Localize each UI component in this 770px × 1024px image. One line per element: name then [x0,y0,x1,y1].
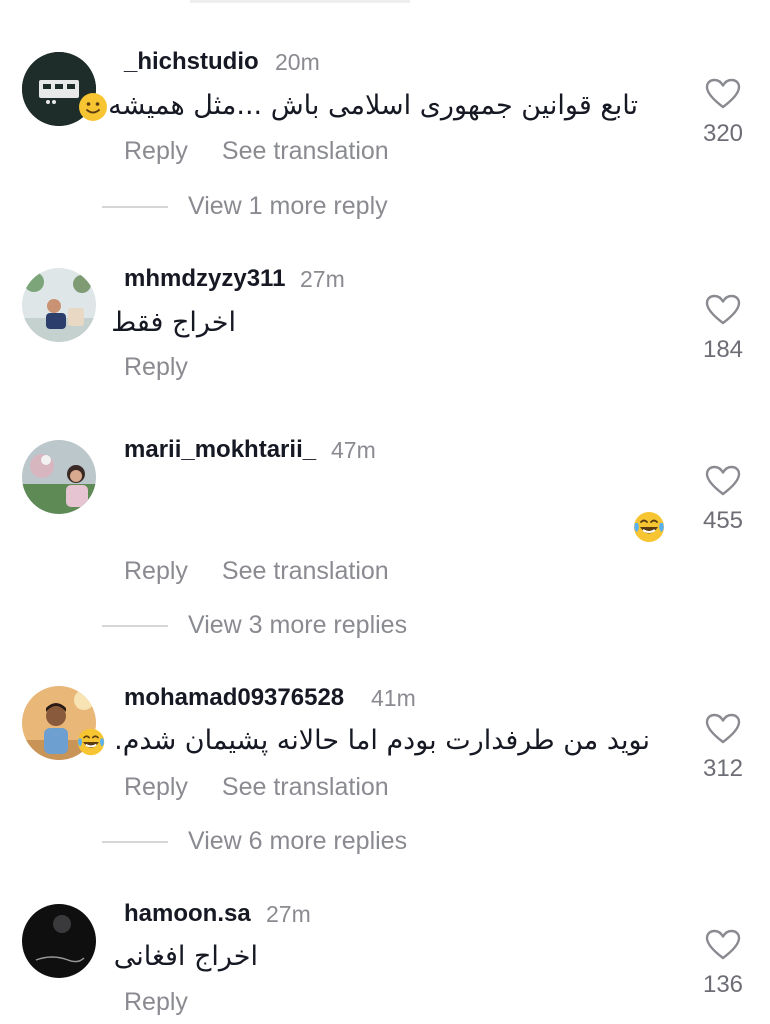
like-button[interactable]: 312 [700,713,746,783]
avatar[interactable] [22,268,96,342]
comment-actions: Reply [124,988,188,1017]
divider-line [102,840,168,843]
divider-line [102,624,168,627]
view-more-replies-label[interactable]: View 1 more reply [188,192,388,221]
reply-button[interactable]: Reply [124,137,188,166]
heart-icon[interactable] [705,465,741,497]
like-count: 184 [702,336,744,363]
reply-button[interactable]: Reply [124,988,188,1017]
tears-of-joy-face-icon [76,727,106,757]
username[interactable]: mohamad09376528 [124,684,344,712]
timestamp: 20m [275,49,320,75]
heart-icon[interactable] [705,294,741,326]
timestamp: 47m [331,437,376,463]
username[interactable]: _hichstudio [124,48,259,76]
timestamp: 41m [371,685,416,711]
heart-icon[interactable] [705,78,741,110]
comment-body: تابع قوانین جمهوری اسلامی باش ...مثل همی… [108,90,638,121]
username[interactable]: mhmdzyzy311 [124,265,285,293]
top-divider [190,0,410,3]
view-more-replies-label[interactable]: View 6 more replies [188,827,407,856]
comment-body: نوید من طرفدارت بودم اما حالانه پشیمان ش… [114,725,650,756]
comment-text: اخراج فقط [111,307,236,338]
reply-button[interactable]: Reply [124,353,188,382]
divider-line [102,205,168,208]
comment-actions: Reply See translation [124,773,389,802]
timestamp: 27m [300,266,345,292]
like-button[interactable]: 320 [700,78,746,148]
like-button[interactable]: 455 [700,465,746,535]
avatar[interactable] [22,440,96,514]
timestamp: 27m [266,901,311,927]
view-more-replies[interactable]: View 3 more replies [102,611,407,640]
heart-icon[interactable] [705,713,741,745]
like-button[interactable]: 136 [700,929,746,999]
comment-actions: Reply [124,353,188,382]
reply-button[interactable]: Reply [124,557,188,586]
tears-of-joy-face-icon [632,510,666,544]
view-more-replies[interactable]: View 6 more replies [102,827,407,856]
like-count: 312 [702,755,744,782]
heart-icon[interactable] [705,929,741,961]
reply-button[interactable]: Reply [124,773,188,802]
like-count: 320 [702,120,744,147]
see-translation-link[interactable]: See translation [222,137,389,166]
see-translation-link[interactable]: See translation [222,557,389,586]
view-more-replies[interactable]: View 1 more reply [102,192,388,221]
comment-actions: Reply See translation [124,137,389,166]
comment-text: اخراج افغانی [113,941,258,972]
like-button[interactable]: 184 [700,294,746,364]
username[interactable]: marii_mokhtarii_ [124,436,316,464]
comment-text: تابع قوانین جمهوری اسلامی باش ...مثل همی… [78,90,638,122]
username[interactable]: hamoon.sa [124,900,251,928]
slightly-smiling-face-icon [78,92,108,122]
see-translation-link[interactable]: See translation [222,773,389,802]
comment-text: نوید من طرفدارت بودم اما حالانه پشیمان ش… [76,725,650,757]
avatar[interactable] [22,904,96,978]
like-count: 455 [702,507,744,534]
comment-actions: Reply See translation [124,557,389,586]
like-count: 136 [702,971,744,998]
view-more-replies-label[interactable]: View 3 more replies [188,611,407,640]
